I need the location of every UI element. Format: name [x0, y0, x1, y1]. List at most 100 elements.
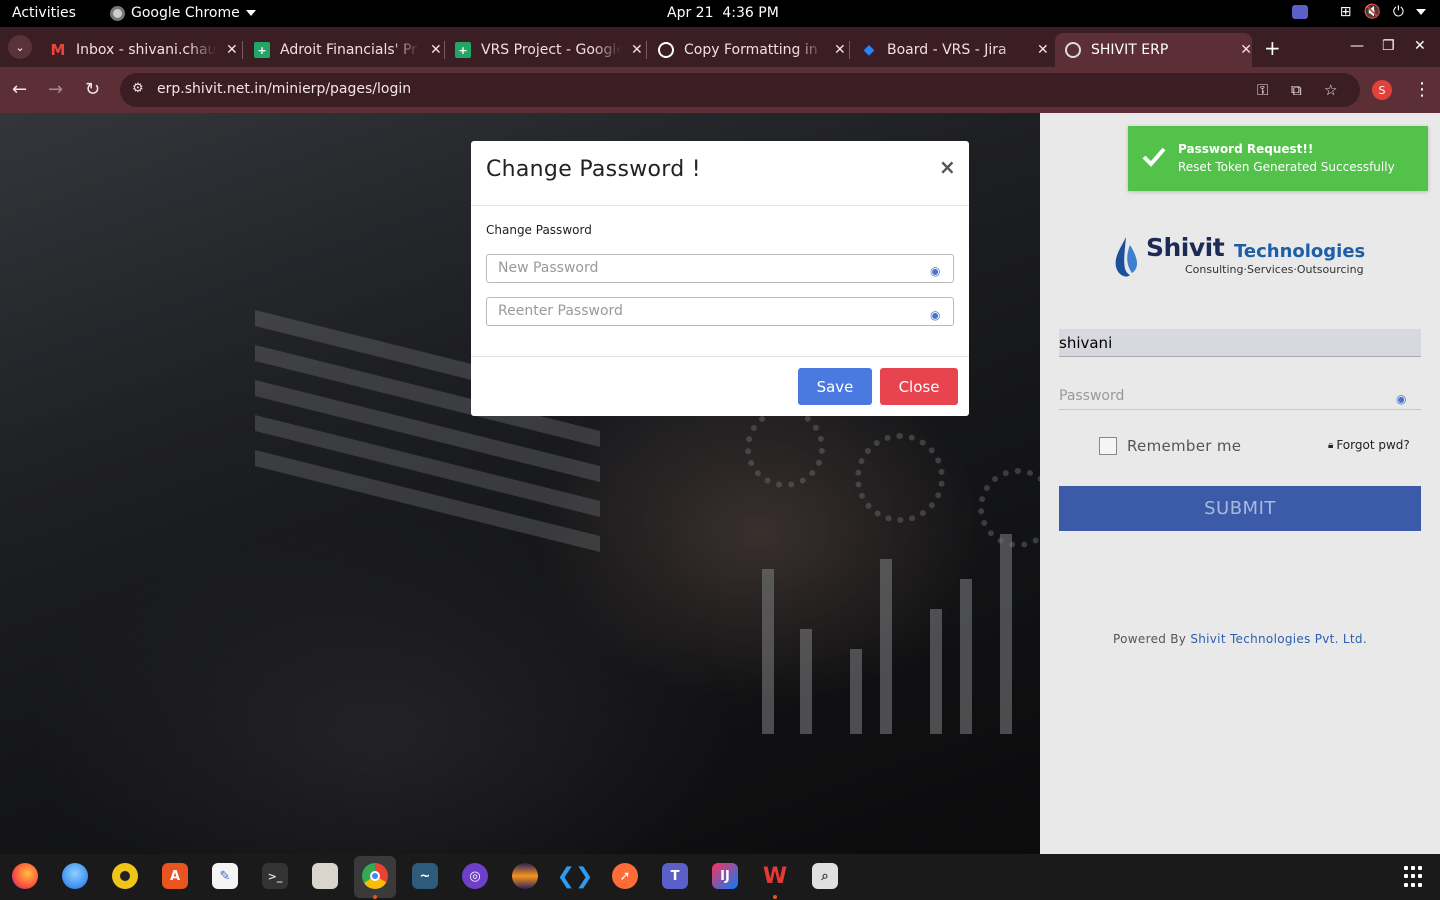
- toast-title: Password Request!!: [1178, 142, 1314, 156]
- eye-icon[interactable]: ◉: [930, 308, 940, 322]
- power-icon[interactable]: ⏻: [1393, 4, 1404, 20]
- password-key-icon[interactable]: ⚿: [1257, 81, 1268, 99]
- show-apps-grid-icon[interactable]: [1404, 866, 1426, 888]
- success-toast[interactable]: Password Request!! Reset Token Generated…: [1128, 126, 1428, 191]
- remember-me[interactable]: Remember me: [1099, 437, 1241, 455]
- eclipse-icon[interactable]: [512, 863, 538, 889]
- chevron-down-icon[interactable]: [1416, 9, 1426, 15]
- minimize-button[interactable]: —: [1350, 38, 1364, 54]
- wps-office-icon[interactable]: W: [762, 863, 788, 889]
- close-icon[interactable]: ✕: [430, 42, 442, 58]
- chatgpt-icon: [658, 42, 674, 58]
- close-button[interactable]: Close: [880, 368, 958, 405]
- rhythmbox-icon[interactable]: [112, 863, 138, 889]
- restore-button[interactable]: ❐: [1382, 38, 1395, 54]
- tab-adroit[interactable]: + Adroit Financials' Pr ✕: [244, 33, 444, 67]
- username-value: shivani: [1059, 334, 1113, 352]
- close-icon[interactable]: ✕: [1240, 42, 1252, 58]
- install-app-icon[interactable]: ⧉: [1291, 81, 1302, 99]
- files-icon[interactable]: [312, 863, 338, 889]
- tab-separator: [646, 41, 647, 59]
- close-icon[interactable]: ✕: [631, 42, 643, 58]
- vscode-icon[interactable]: ❮❯: [557, 863, 594, 889]
- username-input[interactable]: shivani: [1059, 329, 1421, 357]
- tab-shivit-erp[interactable]: SHIVIT ERP ✕: [1055, 33, 1252, 67]
- chrome-icon[interactable]: [362, 863, 388, 889]
- volume-icon[interactable]: 🔇: [1363, 4, 1380, 20]
- profile-avatar[interactable]: S: [1372, 80, 1392, 100]
- network-icon[interactable]: ⊞: [1340, 4, 1352, 20]
- tab-title: VRS Project - Google: [481, 42, 621, 58]
- app-menu[interactable]: Google Chrome: [110, 5, 256, 21]
- close-icon[interactable]: ×: [939, 155, 956, 179]
- modal-section-label: Change Password: [486, 223, 592, 237]
- image-viewer-icon[interactable]: ⌕: [812, 863, 838, 889]
- thunderbird-icon[interactable]: [62, 863, 88, 889]
- activities-button[interactable]: Activities: [12, 5, 76, 21]
- tab-copy-formatting[interactable]: Copy Formatting in ✕: [648, 33, 848, 67]
- new-password-input[interactable]: New Password ◉: [486, 254, 954, 283]
- address-bar[interactable]: ⚙ erp.shivit.net.in/minierp/pages/login …: [120, 73, 1360, 107]
- change-password-modal: Change Password ! × Change Password New …: [471, 141, 969, 416]
- tab-vrs-project[interactable]: + VRS Project - Google ✕: [445, 33, 645, 67]
- modal-footer-divider: [471, 356, 969, 357]
- sheets-icon: +: [254, 42, 270, 58]
- remember-label: Remember me: [1127, 437, 1242, 455]
- reenter-password-input[interactable]: Reenter Password ◉: [486, 297, 954, 326]
- new-password-placeholder: New Password: [498, 260, 599, 276]
- reload-icon[interactable]: ↻: [85, 79, 100, 100]
- postman-icon[interactable]: ➚: [612, 863, 638, 889]
- forgot-password-link[interactable]: 🔒︎ Forgot pwd?: [1328, 438, 1410, 452]
- firefox-icon[interactable]: [12, 863, 38, 889]
- tab-inbox[interactable]: M Inbox - shivani.chau ✕: [40, 33, 240, 67]
- app-menu-label: Google Chrome: [131, 5, 240, 21]
- intellij-icon[interactable]: IJ: [712, 863, 738, 889]
- taskbar-dock: A ✎ >_ ~ ◎ ❮❯ ➚ T IJ W ⌕: [0, 854, 1440, 900]
- brand-name: Shivit: [1146, 233, 1225, 262]
- forgot-label: Forgot pwd?: [1336, 438, 1410, 452]
- tab-title: Inbox - shivani.chau: [76, 42, 216, 58]
- system-top-bar: Activities Google Chrome Apr 21 4:36 PM …: [0, 0, 1440, 27]
- teams-icon[interactable]: T: [662, 863, 688, 889]
- tab-title: SHIVIT ERP: [1091, 42, 1169, 58]
- bookmark-star-icon[interactable]: ☆: [1324, 81, 1337, 99]
- brand-tagline: Consulting·Services·Outsourcing: [1185, 263, 1364, 276]
- tab-search-button[interactable]: ⌄: [8, 35, 32, 59]
- terminal-icon[interactable]: >_: [262, 863, 288, 889]
- site-info-icon[interactable]: ⚙: [132, 81, 144, 96]
- text-editor-icon[interactable]: ✎: [212, 863, 238, 889]
- mysql-workbench-icon[interactable]: ~: [412, 863, 438, 889]
- close-icon[interactable]: ✕: [1037, 42, 1049, 58]
- gmail-icon: M: [50, 41, 66, 59]
- system-tray[interactable]: ⊞ 🔇 ⏻: [1291, 4, 1426, 20]
- app-center-icon[interactable]: A: [162, 863, 188, 889]
- powered-prefix: Powered By: [1113, 632, 1191, 646]
- tab-jira-board[interactable]: ◆ Board - VRS - Jira ✕: [851, 33, 1051, 67]
- eye-icon[interactable]: ◉: [930, 264, 940, 278]
- clock[interactable]: Apr 21 4:36 PM: [667, 5, 779, 21]
- lock-icon: 🔒︎: [1328, 439, 1334, 451]
- remember-checkbox[interactable]: [1099, 437, 1117, 455]
- save-button[interactable]: Save: [798, 368, 872, 405]
- chrome-menu-icon[interactable]: ⋮: [1413, 79, 1431, 100]
- clock-date: Apr 21: [667, 5, 714, 21]
- new-tab-button[interactable]: +: [1264, 36, 1281, 60]
- back-arrow-icon[interactable]: ←: [12, 79, 27, 100]
- company-link[interactable]: Shivit Technologies Pvt. Ltd.: [1190, 632, 1367, 646]
- tab-separator: [849, 41, 850, 59]
- forward-arrow-icon[interactable]: →: [48, 79, 63, 100]
- teams-tray-icon[interactable]: [1291, 5, 1308, 19]
- jira-icon: ◆: [863, 42, 875, 58]
- tab-strip: ⌄ M Inbox - shivani.chau ✕ + Adroit Fina…: [0, 27, 1440, 67]
- toast-message: Reset Token Generated Successfully: [1178, 160, 1395, 174]
- tab-separator: [242, 41, 243, 59]
- url-text[interactable]: erp.shivit.net.in/minierp/pages/login: [157, 81, 411, 97]
- close-icon[interactable]: ✕: [226, 42, 238, 58]
- github-desktop-icon[interactable]: ◎: [462, 863, 488, 889]
- eye-icon[interactable]: ◉: [1396, 392, 1406, 406]
- submit-button[interactable]: SUBMIT: [1059, 486, 1421, 531]
- password-input[interactable]: Password ◉: [1059, 383, 1421, 410]
- close-window-button[interactable]: ✕: [1414, 38, 1426, 54]
- tab-title: Copy Formatting in: [684, 42, 818, 58]
- close-icon[interactable]: ✕: [834, 42, 846, 58]
